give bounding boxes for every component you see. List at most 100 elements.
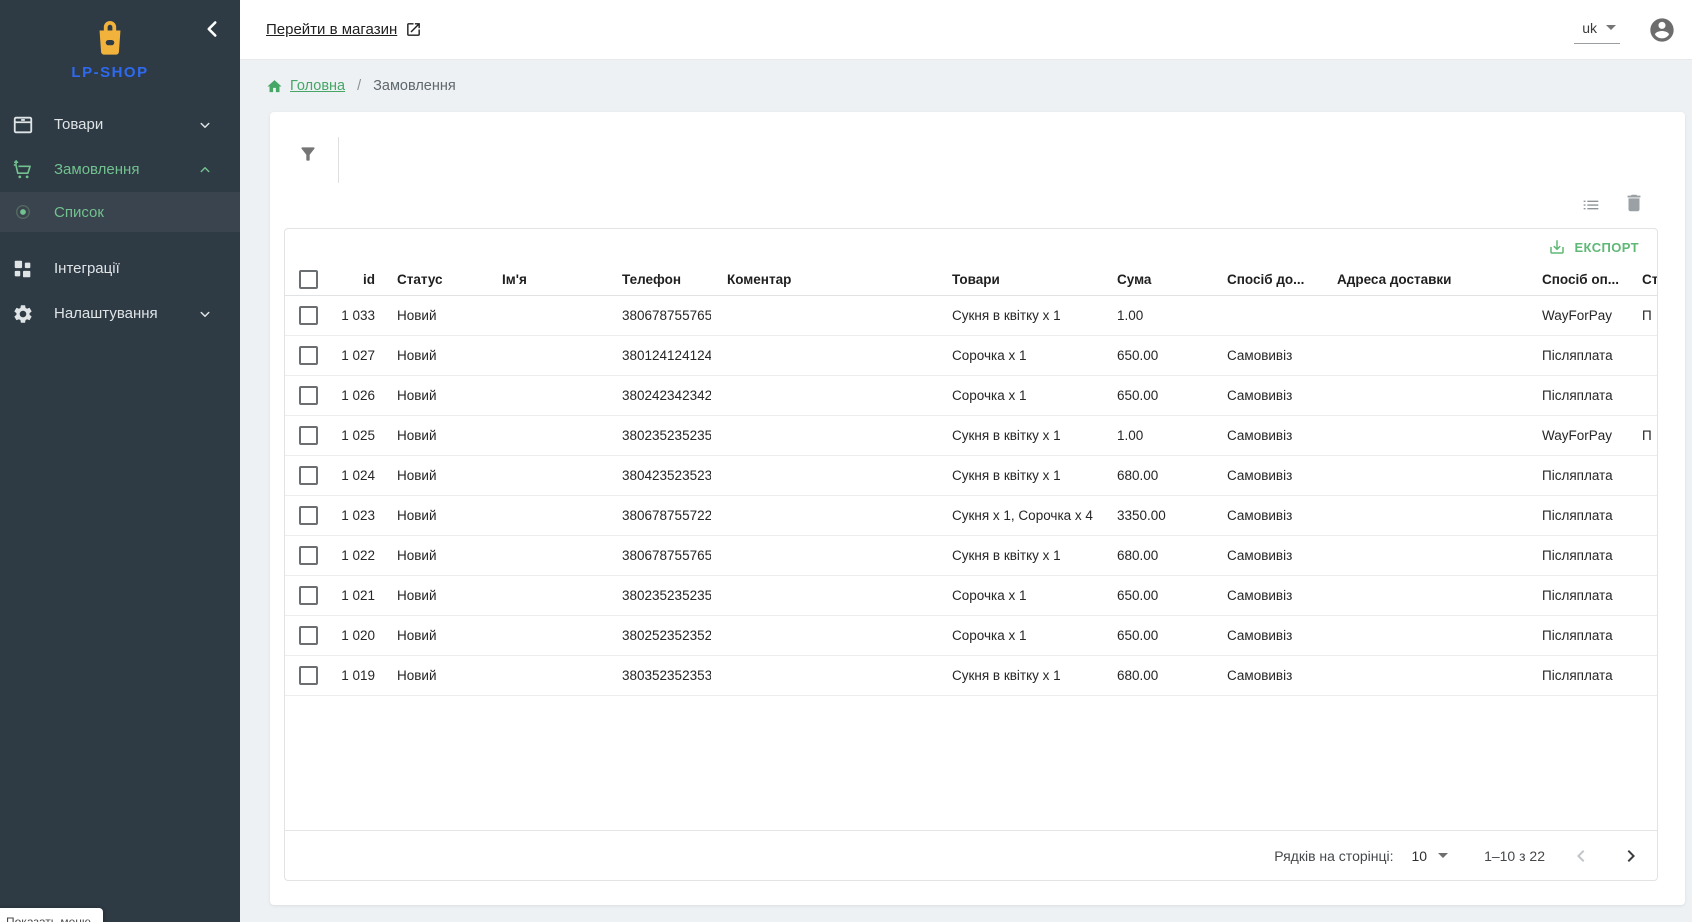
topbar: Перейти в магазин uk	[240, 0, 1692, 60]
sidebar-item-orders[interactable]: Замовлення	[0, 147, 240, 192]
cell-sum: 650.00	[1101, 375, 1211, 415]
user-menu-button[interactable]	[1648, 16, 1676, 44]
breadcrumb-separator: /	[357, 78, 361, 94]
cell-name	[486, 575, 606, 615]
order-row[interactable]: 1 027Новий380124124124Сорочка x 1650.00С…	[285, 335, 1658, 375]
rows-per-page-select[interactable]: 10	[1412, 848, 1449, 864]
language-value: uk	[1582, 20, 1597, 36]
delete-button[interactable]	[1623, 192, 1645, 214]
column-header-5[interactable]: Товари	[936, 265, 1101, 295]
filter-button[interactable]	[298, 144, 330, 176]
order-row[interactable]: 1 019Новий380352352353Сукня в квітку x 1…	[285, 655, 1658, 695]
cell-sum: 1.00	[1101, 295, 1211, 335]
pagination-bar: Рядків на сторінці: 10 1–10 з 22	[285, 830, 1657, 880]
cell-delivery	[1211, 295, 1321, 335]
go-to-store-link[interactable]: Перейти в магазин	[266, 21, 422, 38]
next-page-button[interactable]	[1617, 842, 1645, 870]
sidebar-item-settings[interactable]: Налаштування	[0, 291, 240, 336]
cell-pay_status	[1626, 375, 1658, 415]
row-checkbox[interactable]	[299, 506, 318, 525]
breadcrumb-current: Замовлення	[373, 78, 456, 94]
column-header-1[interactable]: Статус	[381, 265, 486, 295]
row-checkbox[interactable]	[299, 466, 318, 485]
row-checkbox[interactable]	[299, 346, 318, 365]
cell-payment: Післяплата	[1526, 615, 1626, 655]
cell-pay_status	[1626, 335, 1658, 375]
export-button[interactable]: ЕКСПОРТ	[1540, 234, 1647, 260]
column-header-8[interactable]: Адреса доставки	[1321, 265, 1526, 295]
cell-comment	[711, 455, 936, 495]
previous-page-button[interactable]	[1567, 842, 1595, 870]
order-row[interactable]: 1 022Новий380678755765Сукня в квітку x 1…	[285, 535, 1658, 575]
cell-address	[1321, 335, 1526, 375]
column-header-4[interactable]: Коментар	[711, 265, 936, 295]
order-row[interactable]: 1 033Новий380678755765Сукня в квітку x 1…	[285, 295, 1658, 335]
cell-sum: 680.00	[1101, 455, 1211, 495]
cell-id: 1 033	[335, 295, 381, 335]
cell-delivery: Самовивіз	[1211, 655, 1321, 695]
column-header-7[interactable]: Спосіб до...	[1211, 265, 1321, 295]
cell-payment: Післяплата	[1526, 655, 1626, 695]
order-row[interactable]: 1 021Новий380235235235Сорочка x 1650.00С…	[285, 575, 1658, 615]
row-checkbox[interactable]	[299, 426, 318, 445]
row-checkbox[interactable]	[299, 666, 318, 685]
go-to-store-label: Перейти в магазин	[266, 21, 397, 38]
row-checkbox[interactable]	[299, 626, 318, 645]
sidebar: LP-SHOP Товари Замовлення	[0, 0, 240, 922]
column-header-2[interactable]: Ім'я	[486, 265, 606, 295]
breadcrumb-home-link[interactable]: Головна	[290, 78, 345, 94]
rows-per-page-value: 10	[1412, 848, 1428, 864]
select-columns-button[interactable]	[1580, 194, 1602, 216]
cell-sum: 680.00	[1101, 655, 1211, 695]
row-checkbox[interactable]	[299, 306, 318, 325]
sidebar-item-products[interactable]: Товари	[0, 102, 240, 147]
row-checkbox[interactable]	[299, 586, 318, 605]
cell-phone: 380678755765	[606, 535, 711, 575]
cell-phone: 380678755765	[606, 295, 711, 335]
settings-gear-icon	[12, 303, 34, 325]
external-link-icon	[405, 21, 422, 38]
cell-id: 1 025	[335, 415, 381, 455]
cell-name	[486, 335, 606, 375]
order-row[interactable]: 1 024Новий380423523523Сукня в квітку x 1…	[285, 455, 1658, 495]
column-header-3[interactable]: Телефон	[606, 265, 711, 295]
trash-icon	[1623, 192, 1645, 214]
column-header-id[interactable]: id	[335, 265, 381, 295]
row-checkbox[interactable]	[299, 546, 318, 565]
orders-table-card: ЕКСПОРТ idСтатусІм'яТелефонКоментарТовар…	[284, 228, 1658, 881]
cell-comment	[711, 575, 936, 615]
cell-name	[486, 535, 606, 575]
order-row[interactable]: 1 023Новий380678755722Сукня x 1, Сорочка…	[285, 495, 1658, 535]
column-header-9[interactable]: Спосіб оп...	[1526, 265, 1626, 295]
order-row[interactable]: 1 026Новий380242342342Сорочка x 1650.00С…	[285, 375, 1658, 415]
cell-delivery: Самовивіз	[1211, 375, 1321, 415]
cell-goods: Сорочка x 1	[936, 575, 1101, 615]
language-select[interactable]: uk	[1574, 16, 1620, 44]
order-row[interactable]: 1 025Новий380235235235Сукня в квітку x 1…	[285, 415, 1658, 455]
cell-goods: Сукня в квітку x 1	[936, 455, 1101, 495]
cell-phone: 380235235235	[606, 575, 711, 615]
cell-status: Новий	[381, 615, 486, 655]
table-empty-space	[285, 696, 1657, 831]
cell-goods: Сорочка x 1	[936, 375, 1101, 415]
cell-name	[486, 495, 606, 535]
column-header-6[interactable]: Сума	[1101, 265, 1211, 295]
cell-address	[1321, 575, 1526, 615]
order-row[interactable]: 1 020Новий380252352352Сорочка x 1650.00С…	[285, 615, 1658, 655]
radio-dot-icon	[14, 203, 32, 221]
sidebar-item-integrations[interactable]: Інтеграції	[0, 246, 240, 291]
column-header-10[interactable]: Ст	[1626, 265, 1658, 295]
download-icon	[1548, 238, 1566, 256]
cell-name	[486, 455, 606, 495]
select-all-checkbox[interactable]	[299, 270, 318, 289]
sidebar-collapse-button[interactable]	[199, 16, 225, 42]
cell-id: 1 024	[335, 455, 381, 495]
cell-phone: 380235235235	[606, 415, 711, 455]
cell-phone: 380252352352	[606, 615, 711, 655]
cell-delivery: Самовивіз	[1211, 415, 1321, 455]
sidebar-item-orders-list[interactable]: Список	[0, 192, 240, 232]
cell-delivery: Самовивіз	[1211, 335, 1321, 375]
cell-phone: 380678755722	[606, 495, 711, 535]
row-checkbox[interactable]	[299, 386, 318, 405]
cell-comment	[711, 335, 936, 375]
